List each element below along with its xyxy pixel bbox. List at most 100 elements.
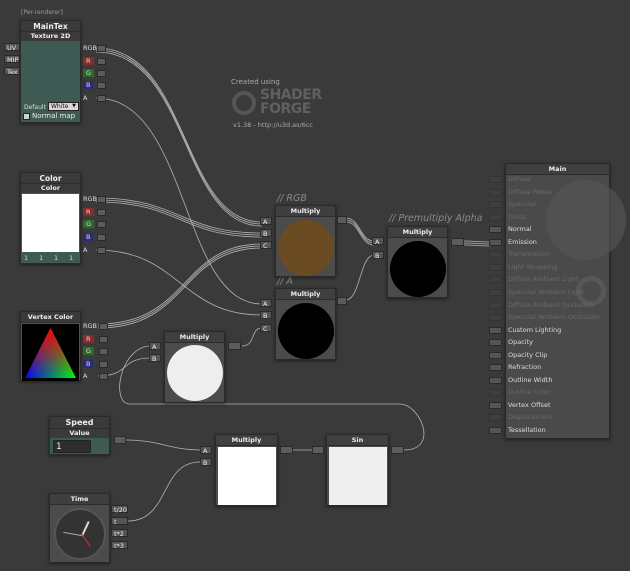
maintex-input-mip[interactable]: MIP <box>4 55 20 64</box>
normal-map-checkbox[interactable] <box>23 113 30 120</box>
main-input-pin[interactable] <box>489 301 502 309</box>
multiply-rgb-input-c[interactable]: C <box>260 241 272 250</box>
main-input-diffuse-power[interactable]: Diffuse Power <box>489 187 609 198</box>
maintex-output-rgb-pin[interactable] <box>97 45 106 52</box>
sin-node[interactable]: Sin <box>326 434 389 506</box>
multiply-a-output-pin[interactable] <box>337 297 347 305</box>
main-input-pin[interactable] <box>489 389 502 397</box>
color-output-r-pin[interactable] <box>97 209 106 216</box>
main-input-pin[interactable] <box>489 288 502 296</box>
color-output-rgb-pin[interactable] <box>97 196 106 203</box>
vertex-color-output-b-pin[interactable] <box>99 361 108 368</box>
multiply-time-input-a[interactable]: A <box>200 446 212 455</box>
multiply-vc-output-pin[interactable] <box>228 342 241 350</box>
time-output-t[interactable]: t <box>111 517 128 526</box>
main-input-pin[interactable] <box>489 188 502 196</box>
default-dropdown[interactable]: White ▼ <box>48 102 79 111</box>
main-input-pin[interactable] <box>489 238 502 246</box>
color-output-b-pin[interactable] <box>97 234 106 241</box>
main-input-pin[interactable] <box>489 314 502 322</box>
main-input-tessellation[interactable]: Tessellation <box>489 425 609 436</box>
maintex-output-g-pin[interactable] <box>97 70 106 77</box>
vertex-color-output-a-pin[interactable] <box>99 373 108 380</box>
vertex-color-node[interactable]: Vertex Color <box>20 311 81 381</box>
main-input-custom-lighting[interactable]: Custom Lighting <box>489 325 609 336</box>
color-node[interactable]: Color Color 1 1 1 1 <box>20 172 81 264</box>
time-output-t3[interactable]: t*3 <box>111 541 128 550</box>
color-swatch[interactable] <box>22 194 79 252</box>
main-input-opacity[interactable]: Opacity <box>489 337 609 348</box>
time-output-t2[interactable]: t*2 <box>111 529 128 538</box>
color-value-g[interactable]: 1 <box>39 254 43 262</box>
main-input-diffuse[interactable]: Diffuse <box>489 174 609 185</box>
multiply-time-input-b[interactable]: B <box>200 458 212 467</box>
main-input-gloss[interactable]: Gloss <box>489 212 609 223</box>
main-input-diffuse-ambient-light[interactable]: Diffuse Ambient Light <box>489 274 609 285</box>
main-input-pin[interactable] <box>489 326 502 334</box>
multiply-rgb-output-pin[interactable] <box>337 216 347 224</box>
multiply-a-input-b[interactable]: B <box>260 311 272 320</box>
main-input-pin[interactable] <box>489 251 502 259</box>
main-input-pin[interactable] <box>489 401 502 409</box>
main-input-transmission[interactable]: Transmission <box>489 249 609 260</box>
main-input-pin[interactable] <box>489 176 502 183</box>
main-input-specular-ambient-occlusion[interactable]: Specular Ambient Occlusion <box>489 312 609 323</box>
time-node[interactable]: Time <box>49 493 110 563</box>
color-output-g-pin[interactable] <box>97 221 106 228</box>
time-output-t20[interactable]: t/20 <box>111 505 128 514</box>
vertex-color-output-rgb-pin[interactable] <box>99 323 108 330</box>
color-value-r[interactable]: 1 <box>24 254 28 262</box>
multiply-a-input-c[interactable]: C <box>260 324 272 333</box>
main-input-pin[interactable] <box>489 414 502 422</box>
main-input-refraction[interactable]: Refraction <box>489 362 609 373</box>
multiply-a-input-a[interactable]: A <box>260 299 272 308</box>
multiply-rgb-input-b[interactable]: B <box>260 229 272 238</box>
color-value-a[interactable]: 1 <box>69 254 73 262</box>
main-input-pin[interactable] <box>489 263 502 271</box>
vertex-color-output-g-pin[interactable] <box>99 348 108 355</box>
main-input-pin[interactable] <box>489 226 502 234</box>
multiply-a-node[interactable]: Multiply <box>275 288 336 360</box>
main-input-pin[interactable] <box>489 376 502 384</box>
maintex-node[interactable]: MainTex Texture 2D Default White ▼ Norma… <box>20 20 81 123</box>
multiply-vc-input-b[interactable]: B <box>149 354 161 363</box>
main-input-outline-color[interactable]: Outline Color <box>489 387 609 398</box>
sin-output-pin[interactable] <box>391 446 404 454</box>
main-input-vertex-offset[interactable]: Vertex Offset <box>489 400 609 411</box>
maintex-output-a-pin[interactable] <box>97 95 106 102</box>
maintex-input-tex[interactable]: Tex <box>4 67 20 76</box>
multiply-rgb-node[interactable]: Multiply <box>275 205 336 277</box>
vertex-color-output-r-pin[interactable] <box>99 336 108 343</box>
main-input-pin[interactable] <box>489 364 502 372</box>
main-input-diffuse-ambient-occlusion[interactable]: Diffuse Ambient Occlusion <box>489 300 609 311</box>
color-output-a-pin[interactable] <box>97 247 106 254</box>
multiply-vc-node[interactable]: Multiply <box>164 331 225 403</box>
color-value-b[interactable]: 1 <box>54 254 58 262</box>
main-input-normal[interactable]: Normal <box>489 224 609 235</box>
maintex-output-b-pin[interactable] <box>97 82 106 89</box>
multiply-rgb-input-a[interactable]: A <box>260 217 272 226</box>
multiply-premultiply-input-b[interactable]: B <box>372 251 384 260</box>
maintex-input-uv[interactable]: UV <box>4 43 20 52</box>
speed-node[interactable]: Speed Value 1 <box>49 416 110 455</box>
multiply-vc-input-a[interactable]: A <box>149 342 161 351</box>
main-input-emission[interactable]: Emission <box>489 237 609 248</box>
main-input-opacity-clip[interactable]: Opacity Clip <box>489 350 609 361</box>
multiply-premultiply-node[interactable]: Multiply <box>387 226 448 298</box>
multiply-time-output-pin[interactable] <box>280 446 293 454</box>
speed-value-field[interactable]: 1 <box>53 440 91 453</box>
sin-input-pin[interactable] <box>312 446 324 454</box>
speed-output-pin[interactable] <box>114 436 126 444</box>
multiply-premultiply-input-a[interactable]: A <box>372 237 384 246</box>
main-input-specular-ambient-light[interactable]: Specular Ambient Light <box>489 287 609 298</box>
main-input-outline-width[interactable]: Outline Width <box>489 375 609 386</box>
main-input-specular[interactable]: Specular <box>489 199 609 210</box>
main-input-pin[interactable] <box>489 351 502 359</box>
multiply-premultiply-output-pin[interactable] <box>451 238 464 246</box>
main-input-pin[interactable] <box>489 427 502 434</box>
multiply-time-node[interactable]: Multiply <box>215 434 278 506</box>
main-input-pin[interactable] <box>489 339 502 347</box>
main-input-pin[interactable] <box>489 276 502 284</box>
main-input-displacement[interactable]: Displacement <box>489 412 609 423</box>
maintex-output-r-pin[interactable] <box>97 58 106 65</box>
